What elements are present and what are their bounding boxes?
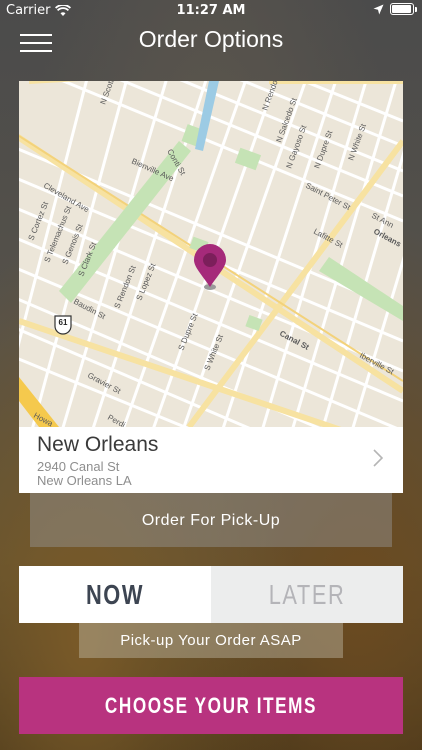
location-row[interactable]: New Orleans 2940 Canal St New Orleans LA bbox=[19, 427, 403, 493]
route-61-shield: 61 bbox=[54, 315, 72, 335]
location-map[interactable]: 61 N Scott N Rendon St N Salcedo St N Ga… bbox=[19, 81, 403, 427]
timing-now-option[interactable]: NOW bbox=[19, 566, 211, 623]
order-type-button[interactable]: Order For Pick-Up bbox=[30, 493, 392, 547]
location-arrow-icon bbox=[373, 4, 384, 14]
timing-hint: Pick-up Your Order ASAP bbox=[79, 623, 343, 658]
choose-items-label: CHOOSE YOUR ITEMS bbox=[104, 693, 318, 718]
location-name: New Orleans bbox=[37, 433, 159, 456]
svg-text:61: 61 bbox=[59, 318, 68, 327]
chevron-right-icon bbox=[373, 449, 383, 467]
nav-bar: Order Options bbox=[0, 22, 422, 62]
timing-now-label: NOW bbox=[85, 578, 145, 610]
battery-icon bbox=[390, 3, 417, 15]
status-right bbox=[373, 3, 417, 15]
battery-level bbox=[392, 5, 411, 13]
location-card: 61 N Scott N Rendon St N Salcedo St N Ga… bbox=[19, 81, 403, 493]
status-bar: Carrier 11:27 AM bbox=[0, 0, 422, 22]
timing-later-label: LATER bbox=[268, 578, 346, 610]
status-time: 11:27 AM bbox=[176, 3, 246, 18]
timing-segmented-control: NOW LATER bbox=[19, 566, 403, 623]
timing-later-option[interactable]: LATER bbox=[211, 566, 403, 623]
page-title: Order Options bbox=[138, 26, 284, 52]
location-address-line2: New Orleans LA bbox=[37, 473, 132, 488]
location-address-line1: 2940 Canal St bbox=[37, 459, 120, 474]
choose-items-button[interactable]: CHOOSE YOUR ITEMS bbox=[19, 677, 403, 734]
